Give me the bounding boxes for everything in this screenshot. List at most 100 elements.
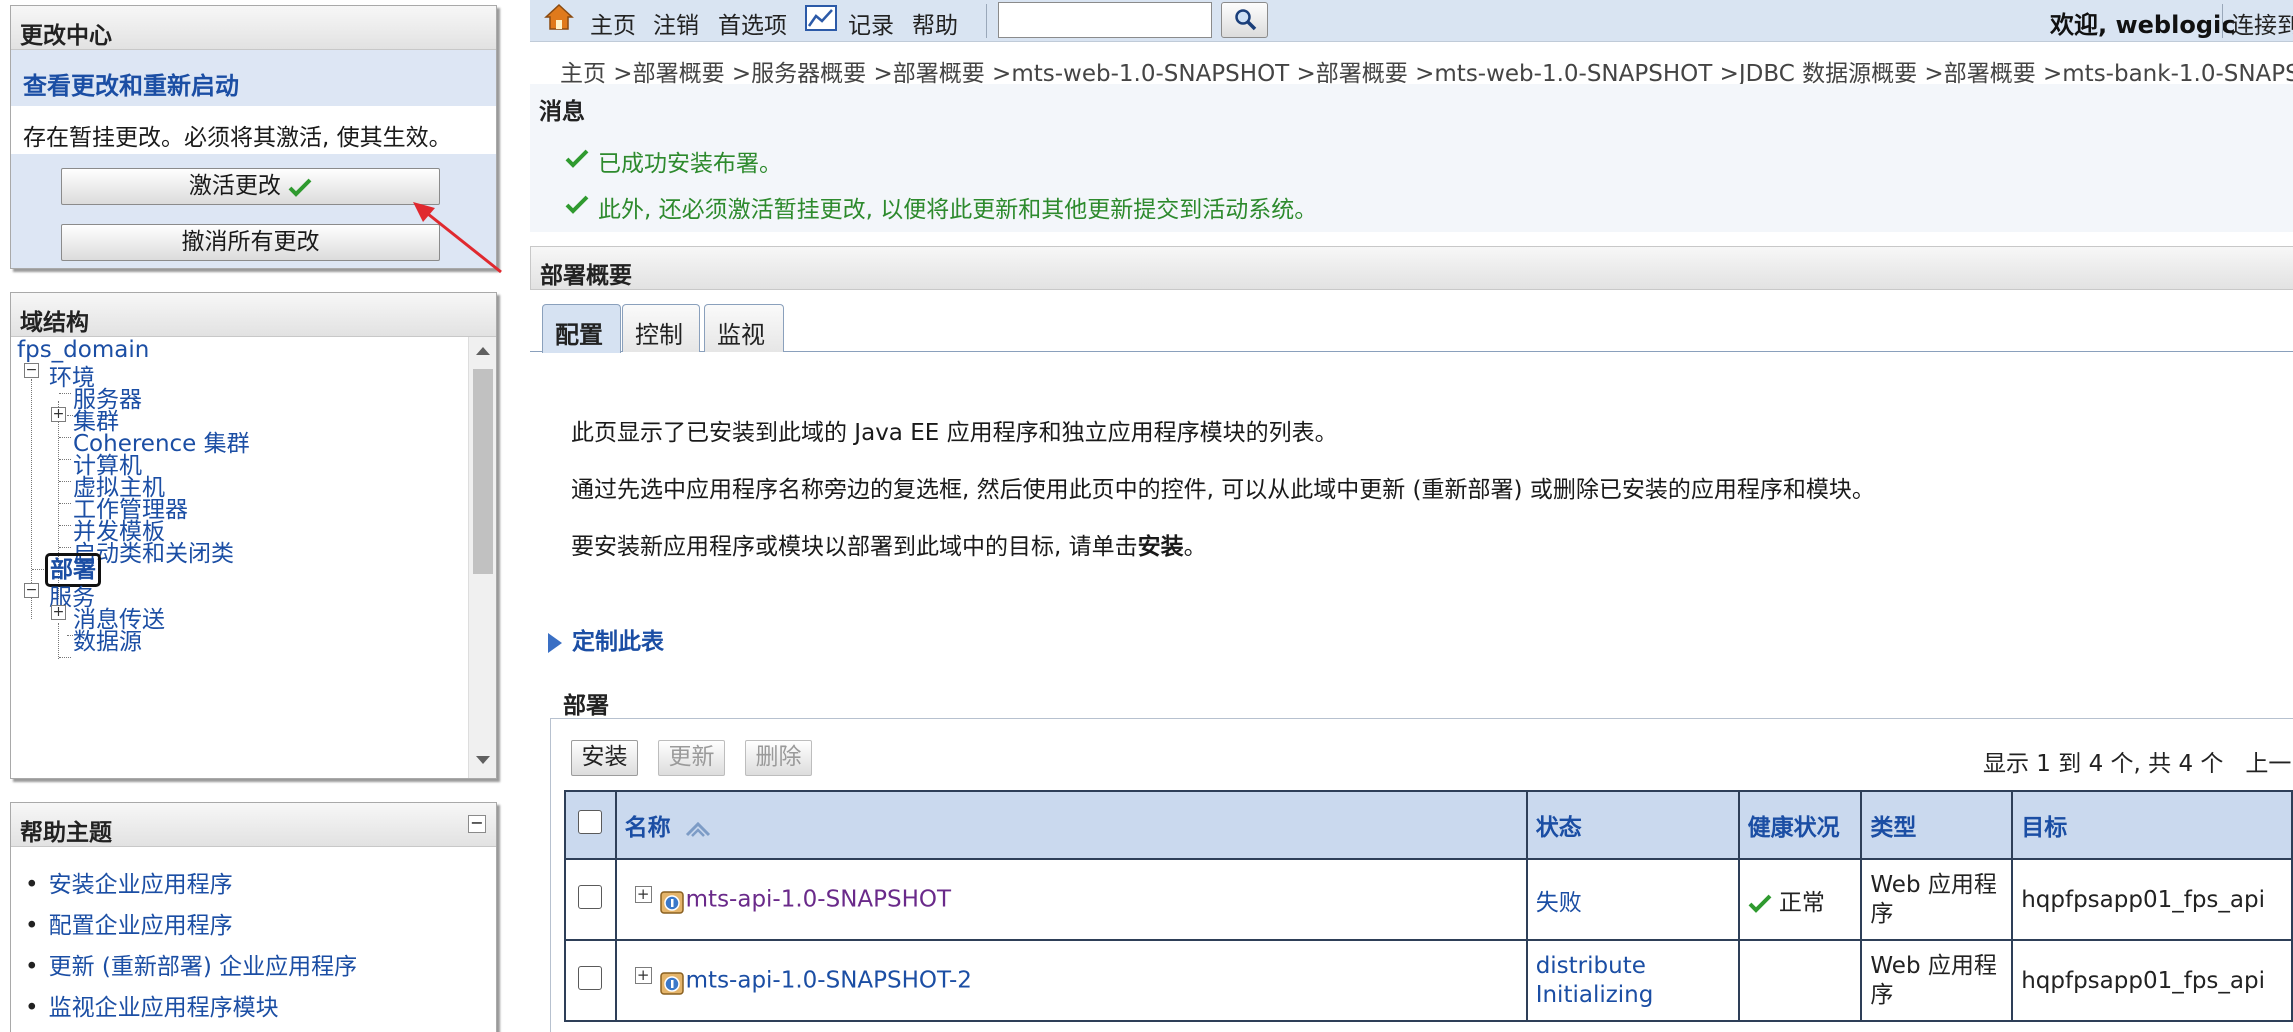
customize-table-text[interactable]: 定制此表	[572, 629, 664, 655]
expand-icon[interactable]: +	[634, 966, 652, 984]
application-icon	[659, 890, 684, 914]
row-health-cell: 正常	[1737, 858, 1863, 941]
logout-link[interactable]: 注销	[653, 6, 699, 40]
success-message: 已成功安装布署。	[598, 151, 782, 177]
sort-ascending-icon[interactable]	[685, 820, 711, 838]
preferences-link[interactable]: 首选项	[718, 6, 787, 40]
help-link-configure-app[interactable]: 配置企业应用程序	[25, 906, 357, 947]
tab-configuration[interactable]: 配置	[542, 304, 621, 353]
collapse-icon[interactable]: −	[24, 363, 39, 378]
tab-monitoring[interactable]: 监视	[704, 304, 784, 352]
help-topics-title: 帮助主题 −	[11, 803, 496, 847]
type-text-line1: Web 应用程	[1870, 871, 1997, 898]
row-select-cell	[564, 939, 617, 1022]
status-link[interactable]: distribute	[1536, 953, 1646, 979]
view-changes-link[interactable]: 查看更改和重新启动	[11, 50, 496, 106]
deployments-section-label: 部署	[563, 693, 609, 719]
scroll-up-icon[interactable]	[476, 347, 490, 355]
column-header-type[interactable]: 类型	[1860, 790, 2014, 860]
undo-all-changes-button[interactable]: 撤消所有更改	[61, 224, 440, 261]
paging-info: 显示 1 到 4 个, 共 4 个上一	[1983, 744, 2291, 778]
row-checkbox[interactable]	[578, 884, 603, 909]
tree-item-data-sources[interactable]: 数据源	[73, 622, 142, 656]
activate-reminder-message: 此外, 还必须激活暂挂更改, 以便将此更新和其他更新提交到活动系统。	[598, 197, 1318, 223]
description-paragraph-3: 要安装新应用程序或模块以部署到此域中的目标, 请单击安装。	[571, 527, 1207, 561]
table-header-row: 名称 状态 健康状况 类型 目标	[564, 790, 2293, 860]
description-paragraph-2: 通过先选中应用程序名称旁边的复选框, 然后使用此页中的控件, 可以从此域中更新 …	[571, 477, 1875, 503]
expand-icon[interactable]: +	[634, 885, 652, 903]
search-button[interactable]	[1221, 2, 1268, 38]
row-target-cell: hqpfpsapp01_fps_api	[2011, 858, 2293, 941]
row-checkbox[interactable]	[578, 965, 603, 990]
paging-count: 显示 1 到 4 个, 共 4 个	[1983, 751, 2224, 777]
status-link-line2[interactable]: Initializing	[1536, 982, 1654, 1008]
row-select-cell	[564, 858, 617, 941]
column-header-health[interactable]: 健康状况	[1737, 790, 1863, 860]
expand-triangle-icon	[548, 632, 562, 653]
row-name-cell: + mts-api-1.0-SNAPSHOT	[614, 858, 1528, 941]
pending-changes-message: 存在暂挂更改。必须将其激活, 使其生效。	[11, 106, 496, 154]
annotation-arrow	[413, 202, 502, 274]
checkmark-icon	[288, 178, 312, 197]
toolbar-divider	[2222, 4, 2223, 38]
delete-button[interactable]: 删除	[745, 740, 812, 776]
change-center-title: 更改中心	[11, 6, 496, 50]
breadcrumb[interactable]: 主页 >部署概要 >服务器概要 >部署概要 >mts-web-1.0-SNAPS…	[560, 54, 2293, 88]
tab-control[interactable]: 控制	[622, 304, 700, 352]
health-ok-icon	[1748, 894, 1771, 913]
messages-area: 消息 已成功安装布署。 此外, 还必须激活暂挂更改, 以便将此更新和其他更新提交…	[530, 84, 2293, 232]
scroll-down-icon[interactable]	[476, 756, 490, 764]
top-toolbar: 主页 注销 首选项 记录 帮助 欢迎, weblogic 连接到	[530, 0, 2293, 42]
checkmark-icon	[565, 195, 589, 214]
expand-icon[interactable]: +	[51, 605, 66, 620]
row-type-cell: Web 应用程序	[1860, 858, 2014, 941]
domain-tree: fps_domain − 环境 服务器 + 集群 Coherence 集群 计算…	[11, 337, 496, 778]
update-button[interactable]: 更新	[658, 740, 725, 776]
tree-scrollbar[interactable]	[468, 337, 496, 778]
record-icon[interactable]	[805, 4, 837, 32]
help-link[interactable]: 帮助	[912, 6, 958, 40]
expand-icon[interactable]: +	[51, 407, 66, 422]
view-changes-link-text[interactable]: 查看更改和重新启动	[23, 72, 239, 100]
help-topics-list: 安装企业应用程序 配置企业应用程序 更新 (重新部署) 企业应用程序 监视企业应…	[25, 865, 358, 1029]
tab-bar: 配置 控制 监视	[530, 290, 2293, 353]
help-link-update-app[interactable]: 更新 (重新部署) 企业应用程序	[25, 947, 358, 988]
toolbar-divider	[986, 4, 987, 38]
select-all-checkbox[interactable]	[578, 810, 603, 834]
help-link-monitor-app[interactable]: 监视企业应用程序模块	[25, 988, 357, 1029]
row-target-cell: hqpfpsapp01_fps_api	[2011, 939, 2293, 1022]
column-header-status[interactable]: 状态	[1525, 790, 1740, 860]
type-text-line1: Web 应用程	[1870, 952, 1997, 979]
collapse-icon[interactable]: −	[24, 583, 39, 598]
help-link-install-app[interactable]: 安装企业应用程序	[25, 865, 357, 906]
activate-changes-button[interactable]: 激活更改	[61, 168, 440, 205]
domain-structure-panel: 域结构 fps_domain − 环境 服务器 + 集群 Coherence 集…	[10, 292, 497, 779]
type-text-line2: 序	[1870, 981, 1894, 1008]
para3-install-word: 安装	[1137, 534, 1184, 560]
install-button[interactable]: 安装	[571, 740, 638, 776]
app-name-link[interactable]: mts-api-1.0-SNAPSHOT	[686, 886, 951, 912]
row-health-cell	[1737, 939, 1863, 1022]
status-link[interactable]: 失败	[1536, 890, 1582, 916]
para3-end: 。	[1183, 534, 1207, 560]
activate-changes-label: 激活更改	[188, 173, 281, 199]
select-all-cell	[564, 790, 617, 860]
domain-structure-title: 域结构	[11, 293, 496, 337]
scroll-thumb[interactable]	[473, 369, 493, 574]
app-name-link[interactable]: mts-api-1.0-SNAPSHOT-2	[686, 967, 972, 993]
column-name-label: 名称	[624, 815, 671, 841]
search-input[interactable]	[998, 2, 1212, 38]
record-link[interactable]: 记录	[848, 6, 894, 40]
column-header-name[interactable]: 名称	[614, 790, 1528, 860]
column-header-target[interactable]: 目标	[2011, 790, 2293, 860]
deployments-overview-title: 部署概要	[530, 246, 2293, 290]
type-text-line2: 序	[1870, 900, 1894, 927]
previous-page-link[interactable]: 上一	[2245, 751, 2291, 777]
home-icon[interactable]	[544, 3, 574, 31]
row-name-cell: + mts-api-1.0-SNAPSHOT-2	[614, 939, 1528, 1022]
table-row: + mts-api-1.0-SNAPSHOT-2 distribute Initia…	[564, 939, 2293, 1022]
customize-table-link[interactable]: 定制此表	[548, 622, 664, 656]
home-link[interactable]: 主页	[590, 6, 636, 40]
checkmark-icon	[565, 149, 589, 168]
collapse-icon[interactable]: −	[468, 815, 486, 833]
